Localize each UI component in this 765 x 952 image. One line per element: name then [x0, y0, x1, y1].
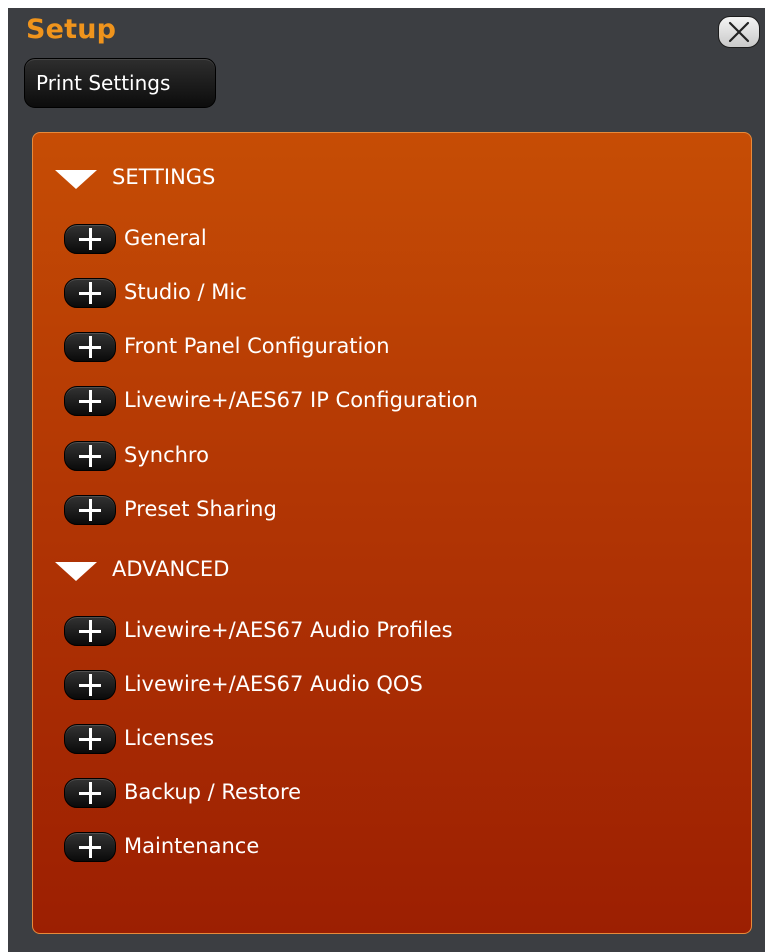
plus-icon[interactable] [64, 670, 116, 700]
plus-icon[interactable] [64, 278, 116, 308]
menu-item-general[interactable]: General [64, 219, 704, 259]
section-settings-label: SETTINGS [112, 165, 216, 189]
menu-item-licenses[interactable]: Licenses [64, 719, 704, 759]
plus-icon[interactable] [64, 778, 116, 808]
menu-item-label: Livewire+/AES67 IP Configuration [124, 388, 478, 412]
plus-icon[interactable] [64, 724, 116, 754]
menu-item-label: Backup / Restore [124, 780, 302, 804]
section-advanced-header[interactable]: ADVANCED [55, 550, 555, 590]
menu-item-label: General [124, 226, 207, 250]
menu-item-label: Front Panel Configuration [124, 334, 390, 358]
menu-item-label: Livewire+/AES67 Audio Profiles [124, 618, 453, 642]
setup-window: Setup Print Settings SETTINGS General St… [8, 8, 765, 952]
menu-item-label: Preset Sharing [124, 497, 277, 521]
plus-icon[interactable] [64, 832, 116, 862]
menu-item-studio-mic[interactable]: Studio / Mic [64, 273, 704, 313]
menu-item-synchro[interactable]: Synchro [64, 436, 704, 476]
menu-item-audio-profiles[interactable]: Livewire+/AES67 Audio Profiles [64, 611, 704, 651]
section-advanced-label: ADVANCED [112, 557, 230, 581]
menu-item-ip-configuration[interactable]: Livewire+/AES67 IP Configuration [64, 381, 704, 421]
section-settings-header[interactable]: SETTINGS [55, 158, 555, 198]
menu-item-label: Licenses [124, 726, 215, 750]
plus-icon[interactable] [64, 441, 116, 471]
menu-item-label: Synchro [124, 443, 209, 467]
plus-icon[interactable] [64, 224, 116, 254]
plus-icon[interactable] [64, 616, 116, 646]
plus-icon[interactable] [64, 495, 116, 525]
close-button[interactable] [718, 16, 760, 48]
window-title: Setup [26, 14, 117, 45]
menu-item-maintenance[interactable]: Maintenance [64, 827, 704, 867]
menu-item-label: Livewire+/AES67 Audio QOS [124, 672, 423, 696]
print-settings-button[interactable]: Print Settings [24, 58, 216, 108]
menu-item-label: Studio / Mic [124, 280, 247, 304]
plus-icon[interactable] [64, 332, 116, 362]
close-x-icon [728, 21, 750, 43]
menu-item-front-panel-configuration[interactable]: Front Panel Configuration [64, 327, 704, 367]
menu-item-backup-restore[interactable]: Backup / Restore [64, 773, 704, 813]
triangle-down-icon [55, 562, 97, 581]
plus-icon[interactable] [64, 386, 116, 416]
triangle-down-icon [55, 170, 97, 189]
menu-item-label: Maintenance [124, 834, 260, 858]
setup-panel: SETTINGS General Studio / Mic Front Pane… [32, 132, 752, 934]
menu-item-audio-qos[interactable]: Livewire+/AES67 Audio QOS [64, 665, 704, 705]
menu-item-preset-sharing[interactable]: Preset Sharing [64, 490, 704, 530]
